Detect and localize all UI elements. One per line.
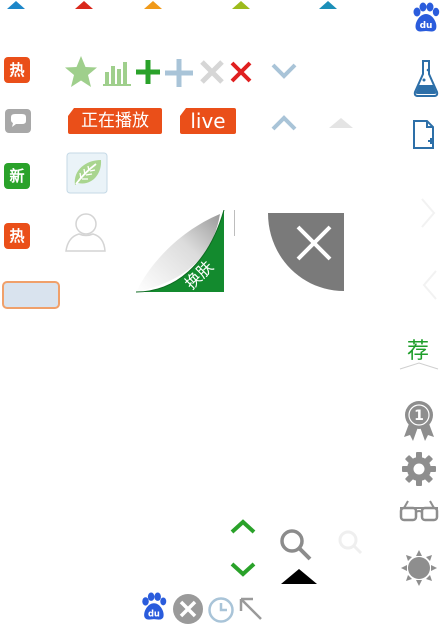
bar-chart-icon[interactable]: [102, 58, 132, 88]
medal-number: 1: [414, 408, 424, 424]
close-icon-red[interactable]: [229, 60, 253, 84]
user-avatar-icon[interactable]: [63, 211, 107, 253]
clock-icon[interactable]: [207, 596, 237, 624]
triangle-up-icon-yellowgreen: [232, 1, 250, 9]
triangle-up-faint-icon: [329, 118, 353, 128]
hot-badge-1: 热: [4, 57, 30, 83]
leaf-icon[interactable]: [66, 152, 108, 194]
svg-text:du: du: [148, 608, 160, 618]
live-tag: live: [180, 108, 236, 134]
hot-badge-2: 热: [4, 223, 30, 249]
new-badge: 新: [4, 163, 30, 189]
page-curl-icon[interactable]: [134, 210, 226, 294]
search-icon[interactable]: [279, 528, 313, 562]
add-file-icon[interactable]: [412, 119, 436, 151]
input-box[interactable]: [2, 281, 60, 309]
recommend-underline-icon: [399, 362, 439, 370]
chat-bubble-icon[interactable]: [4, 108, 32, 134]
triangle-up-icon-blue: [7, 1, 25, 9]
medal-icon[interactable]: 1: [401, 399, 437, 443]
chevron-up-icon[interactable]: [270, 114, 298, 132]
close-circle-icon[interactable]: [172, 593, 204, 625]
star-icon[interactable]: [63, 55, 99, 89]
arrow-top-left-icon[interactable]: [238, 596, 264, 622]
plus-icon-lightblue[interactable]: [163, 57, 195, 89]
chevron-down-icon[interactable]: [270, 62, 298, 80]
glasses-icon[interactable]: [398, 498, 440, 524]
divider: [234, 210, 235, 236]
baidu-paw-small-icon[interactable]: du: [139, 592, 167, 622]
baidu-paw-icon[interactable]: du: [410, 2, 440, 34]
plus-icon-green[interactable]: [134, 58, 162, 86]
chevron-down-green-icon[interactable]: [229, 560, 257, 578]
sun-icon[interactable]: [400, 549, 438, 587]
search-faint-icon: [338, 530, 363, 555]
close-icon-light[interactable]: [198, 58, 226, 86]
close-corner-icon[interactable]: [268, 213, 346, 291]
triangle-up-icon-teal: [319, 1, 337, 9]
now-playing-tag: 正在播放: [68, 108, 162, 134]
svg-text:du: du: [420, 21, 433, 31]
gear-icon[interactable]: [401, 451, 437, 487]
triangle-up-icon-red: [75, 1, 93, 9]
triangle-up-black-icon: [281, 569, 317, 584]
triangle-up-icon-orange: [144, 1, 162, 9]
chevron-up-green-icon[interactable]: [229, 518, 257, 536]
chevron-left-faint-icon: [422, 270, 437, 300]
flask-icon[interactable]: [413, 58, 439, 98]
chevron-right-faint-icon: [421, 198, 436, 228]
